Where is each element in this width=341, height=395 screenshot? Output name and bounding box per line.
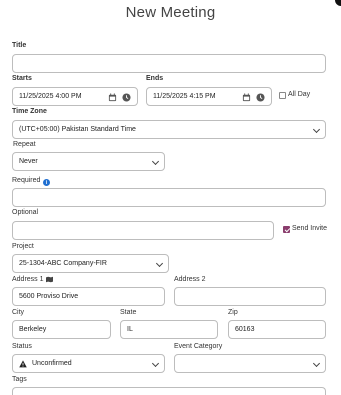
chevron-down-icon xyxy=(151,359,160,368)
chevron-down-icon xyxy=(151,157,160,166)
address2-input[interactable] xyxy=(174,287,326,306)
address2-label: Address 2 xyxy=(174,276,206,283)
calendar-icon[interactable] xyxy=(242,93,251,102)
repeat-select[interactable]: Never xyxy=(12,152,165,171)
event-category-label: Event Category xyxy=(174,343,223,350)
time-zone-select[interactable]: (UTC+05:00) Pakistan Standard Time xyxy=(12,120,326,139)
optional-input[interactable] xyxy=(12,221,274,240)
status-label: Status xyxy=(12,343,32,350)
tags-label: Tags xyxy=(12,376,27,383)
calendar-icon[interactable] xyxy=(108,93,117,102)
chevron-down-icon xyxy=(312,359,321,368)
project-select[interactable]: 25-1304-ABC Company-FIR xyxy=(12,254,169,273)
clock-icon[interactable] xyxy=(122,93,131,102)
ends-label: Ends xyxy=(146,75,164,82)
zip-label: Zip xyxy=(228,309,238,316)
send-invite-checkbox[interactable] xyxy=(283,226,290,233)
optional-label: Optional xyxy=(12,209,39,216)
status-select[interactable]: Unconfirmed xyxy=(12,354,165,373)
event-category-select[interactable] xyxy=(174,354,326,373)
info-icon[interactable]: i xyxy=(43,179,50,186)
clock-icon[interactable] xyxy=(256,93,265,102)
all-day-checkbox[interactable] xyxy=(279,92,286,99)
zip-input[interactable]: 60163 xyxy=(228,320,326,339)
chevron-down-icon xyxy=(155,259,164,268)
state-label: State xyxy=(120,309,137,316)
starts-input[interactable]: 11/25/2025 4:00 PM xyxy=(12,87,138,106)
address1-input[interactable]: 5600 Proviso Drive xyxy=(12,287,165,306)
title-label: Title xyxy=(12,42,27,49)
state-input[interactable]: IL xyxy=(120,320,218,339)
page-title: New Meeting xyxy=(125,4,216,21)
title-input[interactable] xyxy=(12,54,326,73)
ends-value: 11/25/2025 4:15 PM xyxy=(153,93,216,100)
chevron-down-icon xyxy=(312,125,321,134)
ends-input[interactable]: 11/25/2025 4:15 PM xyxy=(146,87,272,106)
send-invite-label: Send Invite xyxy=(292,225,328,232)
time-zone-value: (UTC+05:00) Pakistan Standard Time xyxy=(19,126,136,133)
starts-value: 11/25/2025 4:00 PM xyxy=(19,93,82,100)
warning-icon xyxy=(19,359,27,367)
address1-label: Address 1 xyxy=(12,276,44,283)
starts-label: Starts xyxy=(12,75,32,82)
required-label: Required xyxy=(12,177,41,184)
project-label: Project xyxy=(12,243,34,250)
project-value: 25-1304-ABC Company-FIR xyxy=(19,260,107,267)
status-value: Unconfirmed xyxy=(32,360,72,367)
city-input[interactable]: Berkeley xyxy=(12,320,111,339)
map-icon[interactable] xyxy=(46,276,53,283)
required-input[interactable] xyxy=(12,188,326,207)
time-zone-label: Time Zone xyxy=(12,108,47,115)
repeat-label: Repeat xyxy=(13,141,36,148)
all-day-label: All Day xyxy=(288,91,311,98)
city-label: City xyxy=(12,309,25,316)
repeat-value: Never xyxy=(19,158,38,165)
tags-input[interactable] xyxy=(12,387,326,395)
